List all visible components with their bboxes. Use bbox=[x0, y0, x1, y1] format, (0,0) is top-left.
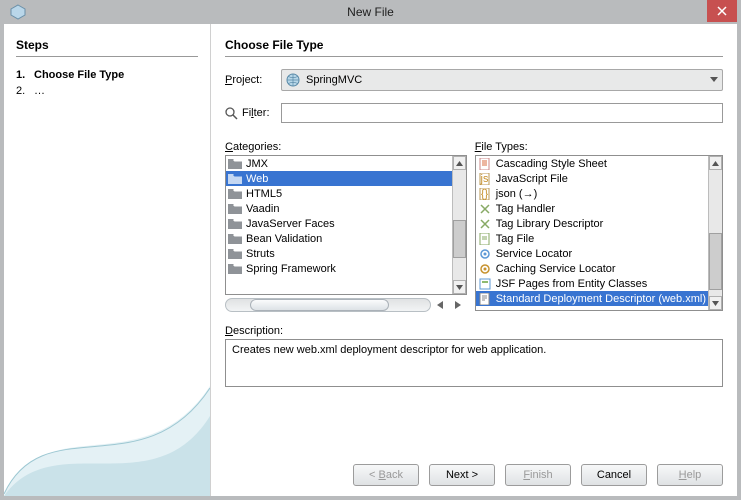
category-item[interactable]: Web bbox=[226, 171, 452, 186]
app-icon bbox=[10, 4, 26, 20]
button-row: < Back Next > Finish Cancel Help bbox=[225, 450, 723, 486]
project-label: Project: bbox=[225, 74, 281, 86]
dialog-content: Steps 1.Choose File Type2.… Choose File … bbox=[4, 24, 737, 496]
category-item[interactable]: Bean Validation bbox=[226, 231, 452, 246]
lists-container: Categories: JMXWebHTML5VaadinJavaServer … bbox=[225, 141, 723, 313]
project-row: Project: SpringMVC bbox=[225, 69, 723, 91]
description-box: Creates new web.xml deployment descripto… bbox=[225, 339, 723, 387]
new-file-dialog: New File Steps 1.Choose File Type2.… Cho… bbox=[0, 0, 741, 500]
window-title: New File bbox=[347, 5, 394, 19]
filetype-item[interactable]: Tag Library Descriptor bbox=[476, 216, 708, 231]
scroll-down-button[interactable] bbox=[453, 280, 466, 294]
globe-icon bbox=[286, 73, 300, 87]
steps-pane: Steps 1.Choose File Type2.… bbox=[4, 24, 210, 496]
categories-column: Categories: JMXWebHTML5VaadinJavaServer … bbox=[225, 141, 467, 313]
category-item[interactable]: JavaServer Faces bbox=[226, 216, 452, 231]
filetypes-scrollbar[interactable] bbox=[708, 156, 722, 310]
scroll-up-button[interactable] bbox=[453, 156, 466, 170]
filetype-item[interactable]: Tag File bbox=[476, 231, 708, 246]
scroll-down-button[interactable] bbox=[709, 296, 722, 310]
category-item[interactable]: Vaadin bbox=[226, 201, 452, 216]
step-item: 2.… bbox=[16, 83, 198, 99]
category-item[interactable]: JMX bbox=[226, 156, 452, 171]
search-icon bbox=[225, 107, 238, 120]
category-item[interactable]: HTML5 bbox=[226, 186, 452, 201]
svg-text:js: js bbox=[479, 173, 488, 185]
svg-text:{}: {} bbox=[481, 188, 489, 200]
title-bar: New File bbox=[4, 0, 737, 24]
steps-heading: Steps bbox=[16, 38, 198, 52]
help-button: Help bbox=[657, 464, 723, 486]
main-heading: Choose File Type bbox=[225, 38, 723, 52]
categories-hscroll[interactable] bbox=[225, 297, 467, 313]
scroll-right-button[interactable] bbox=[451, 298, 465, 312]
steps-list: 1.Choose File Type2.… bbox=[16, 67, 198, 99]
categories-listbox[interactable]: JMXWebHTML5VaadinJavaServer FacesBean Va… bbox=[225, 155, 467, 295]
scroll-left-button[interactable] bbox=[433, 298, 447, 312]
description-text: Creates new web.xml deployment descripto… bbox=[232, 344, 546, 356]
category-item[interactable]: Struts bbox=[226, 246, 452, 261]
filetype-item[interactable]: Cascading Style Sheet bbox=[476, 156, 708, 171]
filetype-item[interactable]: Caching Service Locator bbox=[476, 261, 708, 276]
filetypes-column: File Types: Cascading Style SheetjsJavaS… bbox=[475, 141, 723, 313]
decorative-swoosh bbox=[4, 346, 210, 496]
step-item: 1.Choose File Type bbox=[16, 67, 198, 83]
description-label: Description: bbox=[225, 325, 723, 337]
main-pane: Choose File Type Project: SpringMVC Filt… bbox=[210, 24, 737, 496]
cancel-button[interactable]: Cancel bbox=[581, 464, 647, 486]
next-button[interactable]: Next > bbox=[429, 464, 495, 486]
scroll-up-button[interactable] bbox=[709, 156, 722, 170]
category-item[interactable]: Spring Framework bbox=[226, 261, 452, 276]
chevron-down-icon bbox=[710, 77, 718, 83]
filetype-item[interactable]: Tag Handler bbox=[476, 201, 708, 216]
categories-label: Categories: bbox=[225, 141, 467, 153]
filter-input[interactable] bbox=[281, 103, 723, 123]
filetypes-listbox[interactable]: Cascading Style SheetjsJavaScript File{}… bbox=[475, 155, 723, 311]
filter-row: Filter: bbox=[225, 103, 723, 123]
filter-label: Filter: bbox=[225, 107, 281, 120]
filetypes-label: File Types: bbox=[475, 141, 723, 153]
back-button: < Back bbox=[353, 464, 419, 486]
filetype-item[interactable]: {}json (→) bbox=[476, 186, 708, 201]
close-button[interactable] bbox=[707, 0, 737, 22]
categories-scrollbar[interactable] bbox=[452, 156, 466, 294]
filetype-item[interactable]: Standard Deployment Descriptor (web.xml) bbox=[476, 291, 708, 306]
project-value: SpringMVC bbox=[306, 74, 362, 86]
project-select[interactable]: SpringMVC bbox=[281, 69, 723, 91]
filetype-item[interactable]: JSF Pages from Entity Classes bbox=[476, 276, 708, 291]
close-icon bbox=[717, 6, 727, 16]
filetype-item[interactable]: Service Locator bbox=[476, 246, 708, 261]
finish-button: Finish bbox=[505, 464, 571, 486]
filetype-item[interactable]: jsJavaScript File bbox=[476, 171, 708, 186]
